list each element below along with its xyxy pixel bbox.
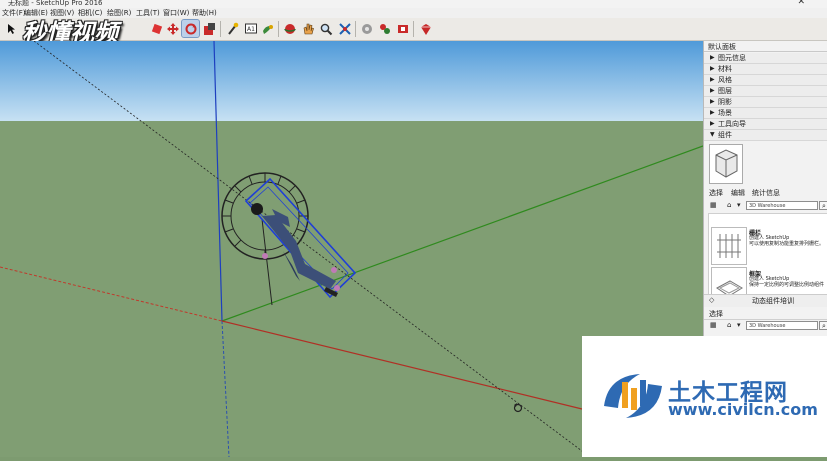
dynamic-component-icon[interactable]: ◇ [709,296,714,304]
home-icon[interactable]: ⌂ [727,201,731,209]
panel-materials[interactable]: ▶ 材料 [704,64,827,75]
rotate-icon[interactable] [181,19,200,38]
pan-icon[interactable] [299,20,316,37]
component-tabs: 选择 编辑 统计信息 [704,188,827,199]
list-item-desc: 创建人 SketchUp 可以使用复制功能重复排列栅栏。 [749,235,825,247]
panel-styles[interactable]: ▶ 风格 [704,75,827,86]
panel-components[interactable]: ▼ 组件 [704,130,827,141]
component-list[interactable]: 栅栏 创建人 SketchUp 可以使用复制功能重复排列栅栏。 框架 创建人 Sk… [708,213,827,305]
ruby-icon[interactable] [417,20,434,37]
extension-icon[interactable] [376,20,393,37]
site-logo-icon [604,374,662,418]
view-options-icon[interactable]: ▦ [710,201,717,209]
panel-shadows[interactable]: ▶ 阴影 [704,97,827,108]
select-arrow-icon[interactable] [2,20,19,37]
tab-edit[interactable]: 编辑 [731,188,745,198]
search-icon[interactable]: ⌕ [819,201,827,210]
paint-icon[interactable] [259,20,276,37]
panel-instructor[interactable]: ▶ 工具向导 [704,119,827,130]
select-section: 选择 [704,308,827,320]
close-icon[interactable]: ✕ [797,0,805,7]
chevron-down-icon[interactable]: ▾ [737,201,741,209]
fence-thumbnail[interactable] [711,227,747,265]
zoom-icon[interactable] [317,20,334,37]
dynamic-components-bar: ◇ 动态组件培训 [704,294,827,307]
dynamic-components-link[interactable]: 动态组件培训 [752,296,794,306]
tab-select[interactable]: 选择 [709,188,723,198]
menu-help[interactable]: 帮助(H) [192,8,217,18]
menu-bar: 文件(F) 编辑(E) 视图(V) 相机(C) 绘图(R) 工具(T) 窗口(W… [0,8,827,18]
title-bar: 无标题 - SketchUp Pro 2016 ✕ [0,0,827,8]
panel-entity-info[interactable]: ▶ 图元信息 [704,53,827,64]
text-icon[interactable]: A1 [242,20,259,37]
scale-icon[interactable] [200,20,217,37]
site-url: www.civilcn.com [668,400,818,419]
menu-tools[interactable]: 工具(T) [136,8,160,18]
tab-statistics[interactable]: 统计信息 [752,188,780,198]
list-item-desc: 创建人 SketchUp 保持一定比例的可调整比例动组件 [749,276,825,288]
warehouse-icon[interactable] [358,20,375,37]
window-title: 无标题 - SketchUp Pro 2016 [8,0,103,7]
panel-layers[interactable]: ▶ 图层 [704,86,827,97]
component-preview [709,144,743,184]
components-icon[interactable] [394,20,411,37]
move-icon[interactable] [164,20,181,37]
chevron-down-icon[interactable]: ▾ [737,321,741,329]
view-options-icon[interactable]: ▦ [710,321,717,329]
site-watermark: 土木工程网 www.civilcn.com [582,336,827,457]
component-search-row: ▦ ⌂ ▾ 3D Warehouse ⌕ [708,201,827,212]
home-icon[interactable]: ⌂ [727,321,731,329]
orbit-icon[interactable] [281,20,298,37]
tape-measure-icon[interactable] [224,20,241,37]
panel-scenes[interactable]: ▶ 场景 [704,108,827,119]
menu-window[interactable]: 窗口(W) [163,8,189,18]
zoom-extents-icon[interactable] [336,20,353,37]
search-icon[interactable]: ⌕ [819,321,827,330]
main-toolbar: A1 [0,18,827,41]
search-input[interactable]: 3D Warehouse [746,201,818,210]
component-search-row-2: ▦ ⌂ ▾ 3D Warehouse ⌕ [708,321,827,332]
sky-area [0,41,703,121]
search-input-2[interactable]: 3D Warehouse [746,321,818,330]
select-label: 选择 [709,310,723,318]
svg-text:A1: A1 [247,26,255,33]
paint-bucket-icon[interactable] [148,20,165,37]
